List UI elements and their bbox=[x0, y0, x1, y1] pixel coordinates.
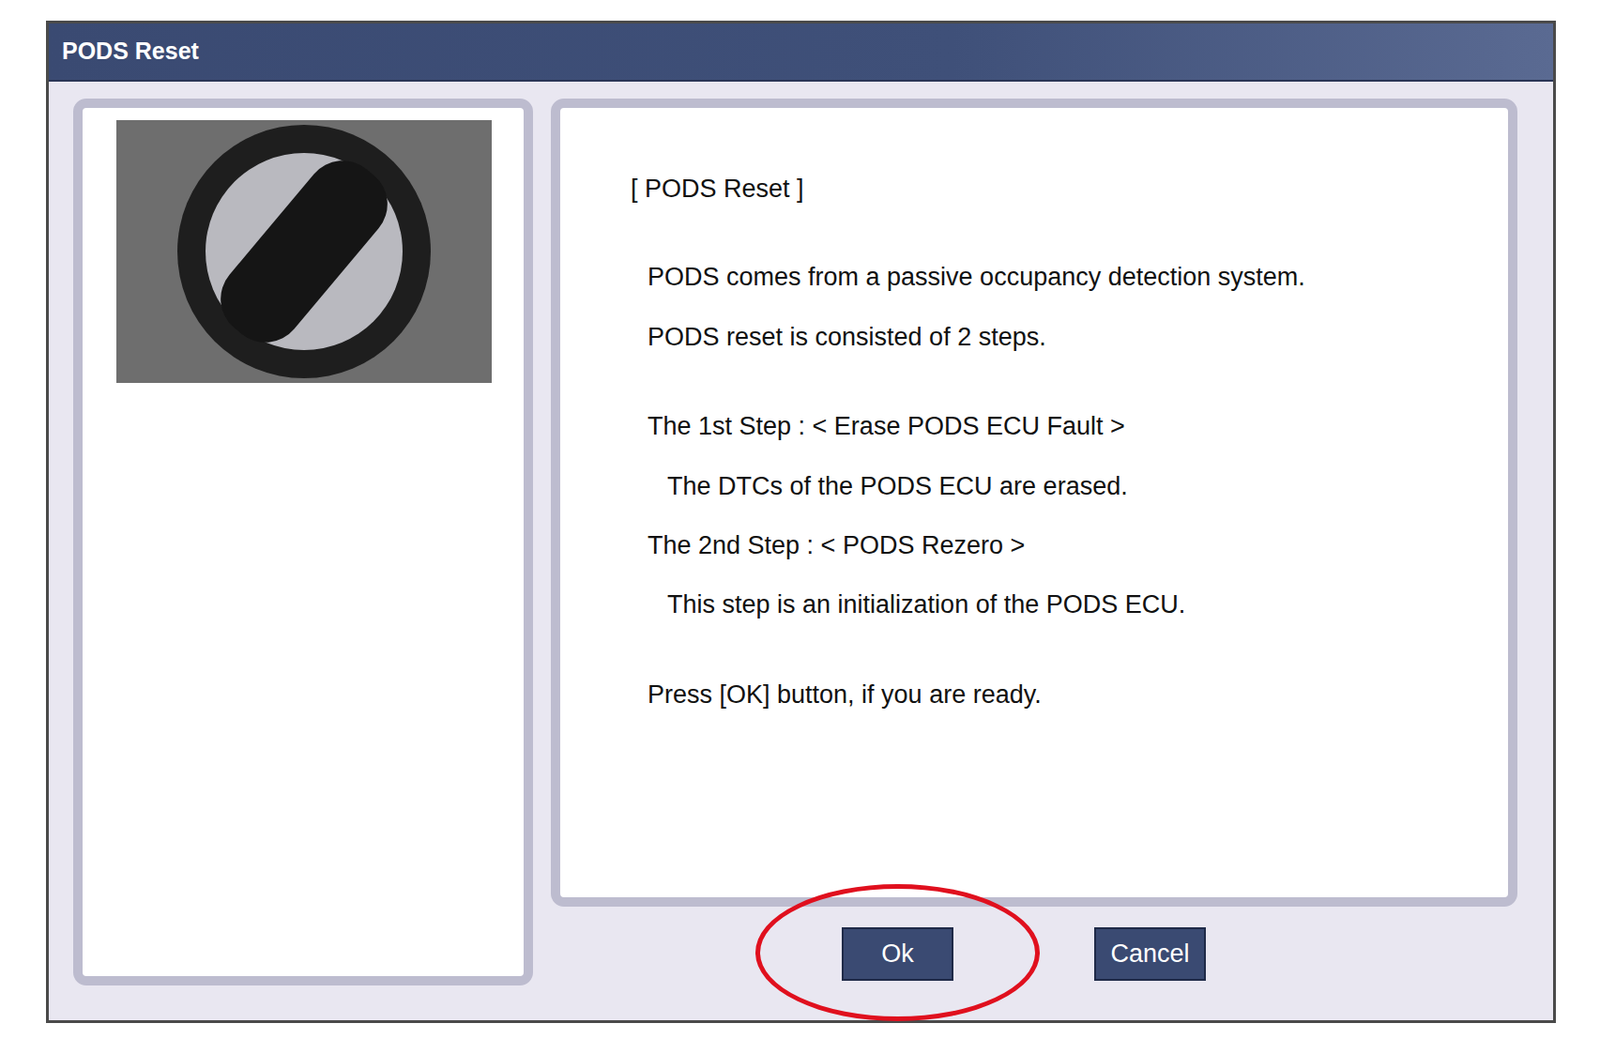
info-panel: [ PODS Reset ] PODS comes from a passive … bbox=[550, 98, 1518, 907]
intro-line: PODS reset is consisted of 2 steps. bbox=[647, 321, 1490, 352]
ok-button[interactable]: Ok bbox=[841, 927, 954, 981]
window-title: PODS Reset bbox=[61, 33, 199, 70]
heading: [ PODS Reset ] bbox=[630, 173, 1490, 204]
dialog: PODS Reset [ PODS Reset ] PODS comes from … bbox=[45, 20, 1556, 1023]
step-title: The 2nd Step : < PODS Rezero > bbox=[647, 530, 1490, 561]
intro-line: PODS comes from a passive occupancy dete… bbox=[647, 261, 1490, 292]
steps: The 1st Step : < Erase PODS ECU Fault > T… bbox=[630, 411, 1490, 621]
step-description: This step is an initialization of the PO… bbox=[647, 589, 1490, 620]
prompt: Press [OK] button, if you are ready. bbox=[630, 679, 1490, 710]
title-bar: PODS Reset bbox=[48, 23, 1554, 82]
intro: PODS comes from a passive occupancy dete… bbox=[630, 261, 1490, 352]
dialog-body: [ PODS Reset ] PODS comes from a passive … bbox=[48, 81, 1554, 986]
cancel-button[interactable]: Cancel bbox=[1094, 927, 1206, 981]
button-row: Ok Cancel bbox=[550, 927, 1518, 981]
ignition-key bbox=[205, 145, 403, 358]
ignition-ring bbox=[177, 124, 431, 379]
step-description: The DTCs of the PODS ECU are erased. bbox=[647, 471, 1490, 502]
ignition-photo bbox=[116, 120, 492, 383]
page: PODS Reset [ PODS Reset ] PODS comes from … bbox=[0, 0, 1600, 1054]
right-column: [ PODS Reset ] PODS comes from a passive … bbox=[550, 98, 1518, 986]
button-wrap: Ok bbox=[841, 927, 954, 981]
button-wrap: Cancel bbox=[1094, 927, 1206, 981]
ignition-dial bbox=[205, 152, 403, 351]
step-title: The 1st Step : < Erase PODS ECU Fault > bbox=[647, 411, 1490, 442]
image-panel bbox=[73, 98, 534, 986]
